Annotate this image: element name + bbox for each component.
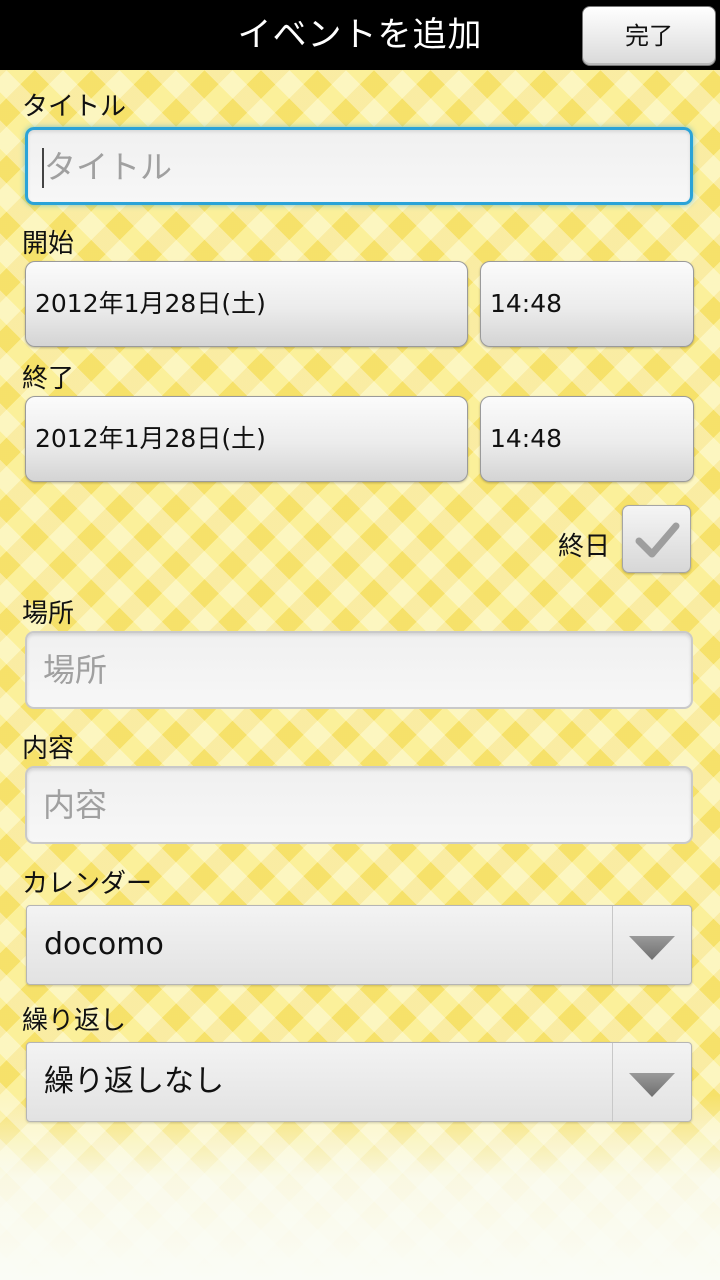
start-date-button[interactable]: 2012年1月28日(土) xyxy=(25,261,468,347)
location-label: 場所 xyxy=(22,599,75,629)
location-input[interactable]: 場所 xyxy=(25,631,693,709)
title-placeholder: タイトル xyxy=(44,148,173,186)
end-date-button[interactable]: 2012年1月28日(土) xyxy=(25,396,468,482)
description-label: 内容 xyxy=(22,734,75,764)
action-bar: イベントを追加 完了 xyxy=(0,0,720,70)
check-icon xyxy=(635,522,680,558)
repeat-label: 繰り返し xyxy=(22,1006,127,1036)
start-time-button[interactable]: 14:48 xyxy=(480,261,694,347)
repeat-selected-value: 繰り返しなし xyxy=(44,1064,224,1099)
all-day-checkbox[interactable] xyxy=(622,505,691,573)
done-button[interactable]: 完了 xyxy=(582,6,716,66)
description-placeholder: 内容 xyxy=(43,786,108,824)
title-label: タイトル xyxy=(22,92,127,122)
end-time-button[interactable]: 14:48 xyxy=(480,396,694,482)
location-placeholder: 場所 xyxy=(43,651,108,689)
calendar-dropdown-button[interactable] xyxy=(612,906,691,984)
all-day-label: 終日 xyxy=(558,532,611,562)
triangle-down-icon xyxy=(629,936,675,960)
end-label: 終了 xyxy=(22,364,75,394)
calendar-spinner[interactable]: docomo xyxy=(26,905,692,985)
background-fade xyxy=(0,1095,720,1280)
triangle-down-icon xyxy=(629,1073,675,1097)
calendar-selected-value: docomo xyxy=(44,927,164,962)
calendar-label: カレンダー xyxy=(22,869,153,899)
repeat-spinner[interactable]: 繰り返しなし xyxy=(26,1042,692,1122)
start-label: 開始 xyxy=(22,229,75,259)
text-caret xyxy=(42,148,44,188)
title-input[interactable]: タイトル xyxy=(25,127,693,205)
description-input[interactable]: 内容 xyxy=(25,766,693,844)
repeat-dropdown-button[interactable] xyxy=(612,1043,691,1121)
